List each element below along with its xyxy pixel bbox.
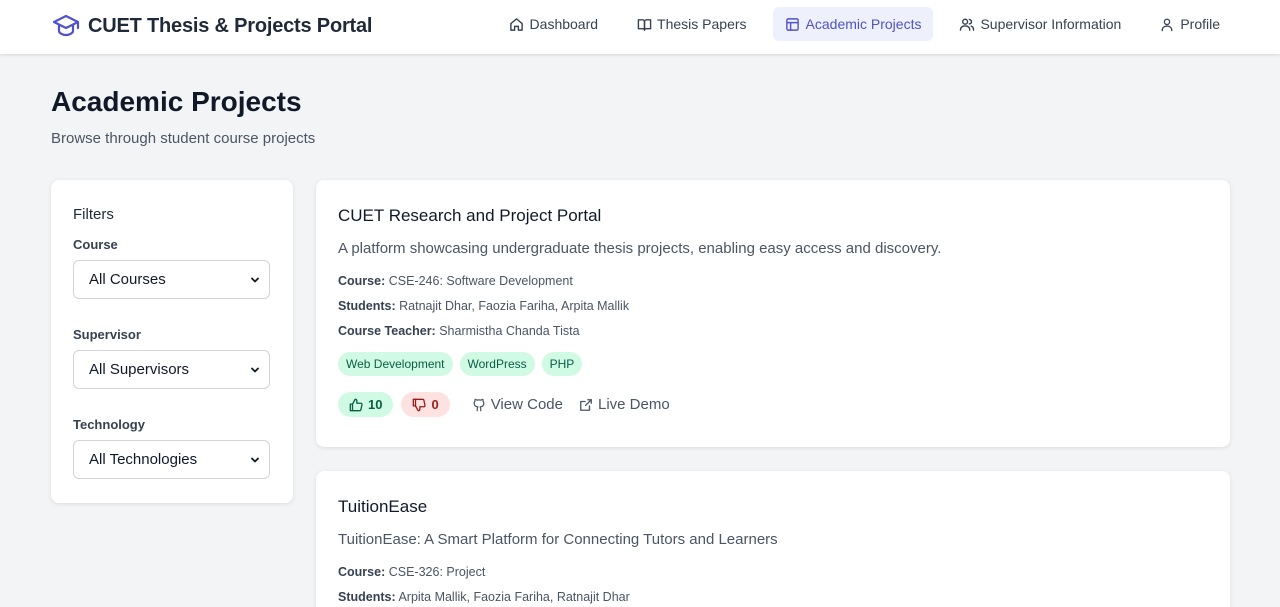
nav-item-thesis-papers[interactable]: Thesis Papers — [624, 7, 758, 41]
view-code-link[interactable]: View Code — [472, 396, 563, 413]
course-filter-label: Course — [73, 237, 118, 252]
graduation-cap-icon — [52, 12, 80, 40]
nav-label: Profile — [1180, 16, 1220, 32]
page-title: Academic Projects — [51, 86, 302, 117]
supervisor-filter-label: Supervisor — [73, 327, 141, 342]
course-value: CSE-246: Software Development — [388, 274, 573, 288]
filters-title: Filters — [73, 206, 114, 223]
nav-item-dashboard[interactable]: Dashboard — [497, 7, 611, 41]
students-label: Students: — [338, 299, 396, 313]
nav-item-profile[interactable]: Profile — [1147, 7, 1232, 41]
course-value: CSE-326: Project — [388, 565, 486, 579]
technology-select[interactable]: All Technologies — [73, 440, 270, 479]
teacher-label: Course Teacher: — [338, 324, 436, 338]
supervisor-select-value: All Supervisors — [89, 361, 190, 378]
project-actions: 10 0 View Code Live Demo — [338, 392, 1208, 417]
upvote-count: 10 — [368, 397, 383, 412]
project-students: Students: Ratnajit Dhar, Faozia Fariha, … — [338, 299, 1208, 313]
project-card: CUET Research and Project Portal A platf… — [316, 180, 1230, 447]
tech-tags: Web Development WordPress PHP — [338, 352, 1208, 376]
project-course: Course: CSE-326: Project — [338, 565, 1208, 579]
project-course: Course: CSE-246: Software Development — [338, 274, 1208, 288]
project-description: TuitionEase: A Smart Platform for Connec… — [338, 531, 778, 548]
project-description: A platform showcasing undergraduate thes… — [338, 240, 942, 257]
home-icon — [509, 16, 525, 32]
layout-icon — [785, 16, 801, 32]
filters-panel: Filters Course All Courses Supervisor Al… — [51, 180, 293, 503]
students-value: Ratnajit Dhar, Faozia Fariha, Arpita Mal… — [399, 299, 630, 313]
chevron-down-icon — [249, 274, 261, 286]
downvote-button[interactable]: 0 — [401, 392, 450, 417]
user-icon — [1159, 16, 1175, 32]
nav-label: Dashboard — [529, 16, 599, 32]
project-teacher: Course Teacher: Sharmistha Chanda Tista — [338, 324, 1208, 338]
thumbs-up-icon — [349, 398, 363, 412]
supervisor-select[interactable]: All Supervisors — [73, 350, 270, 389]
students-value: Arpita Mallik, Faozia Fariha, Ratnajit D… — [398, 590, 630, 604]
upvote-button[interactable]: 10 — [338, 392, 394, 417]
project-card: TuitionEase TuitionEase: A Smart Platfor… — [316, 471, 1230, 607]
book-icon — [636, 16, 652, 32]
live-demo-label: Live Demo — [597, 396, 670, 413]
brand[interactable]: CUET Thesis & Projects Portal — [52, 12, 372, 40]
project-title[interactable]: CUET Research and Project Portal — [338, 206, 1208, 226]
nav-label: Supervisor Information — [980, 16, 1122, 32]
nav-label: Thesis Papers — [657, 16, 747, 32]
live-demo-link[interactable]: Live Demo — [579, 396, 670, 413]
nav-label: Academic Projects — [805, 16, 922, 32]
tech-tag: Web Development — [338, 352, 453, 376]
tech-tag: PHP — [541, 352, 583, 376]
users-icon — [959, 16, 975, 32]
page-subtitle: Browse through student course projects — [51, 130, 316, 147]
tech-tag: WordPress — [459, 352, 535, 376]
downvote-count: 0 — [431, 397, 439, 412]
technology-select-value: All Technologies — [89, 451, 198, 468]
project-title[interactable]: TuitionEase — [338, 497, 1208, 517]
chevron-down-icon — [249, 454, 261, 466]
teacher-value: Sharmistha Chanda Tista — [439, 324, 580, 338]
students-label: Students: — [338, 590, 396, 604]
course-select[interactable]: All Courses — [73, 260, 270, 299]
github-icon — [472, 398, 486, 412]
app-title: CUET Thesis & Projects Portal — [88, 14, 373, 37]
chevron-down-icon — [249, 364, 261, 376]
project-students: Students: Arpita Mallik, Faozia Fariha, … — [338, 590, 1208, 604]
nav-menu: Dashboard Thesis Papers Academic Project… — [483, 7, 1232, 41]
course-label: Course: — [338, 565, 386, 579]
nav-item-academic-projects[interactable]: Academic Projects — [772, 7, 934, 41]
external-link-icon — [579, 398, 593, 412]
thumbs-down-icon — [412, 398, 427, 412]
nav-item-supervisor-information[interactable]: Supervisor Information — [947, 7, 1133, 41]
course-label: Course: — [338, 274, 386, 288]
view-code-label: View Code — [490, 396, 563, 413]
technology-filter-label: Technology — [73, 417, 145, 432]
top-navbar: CUET Thesis & Projects Portal Dashboard … — [0, 0, 1280, 54]
course-select-value: All Courses — [89, 271, 166, 288]
